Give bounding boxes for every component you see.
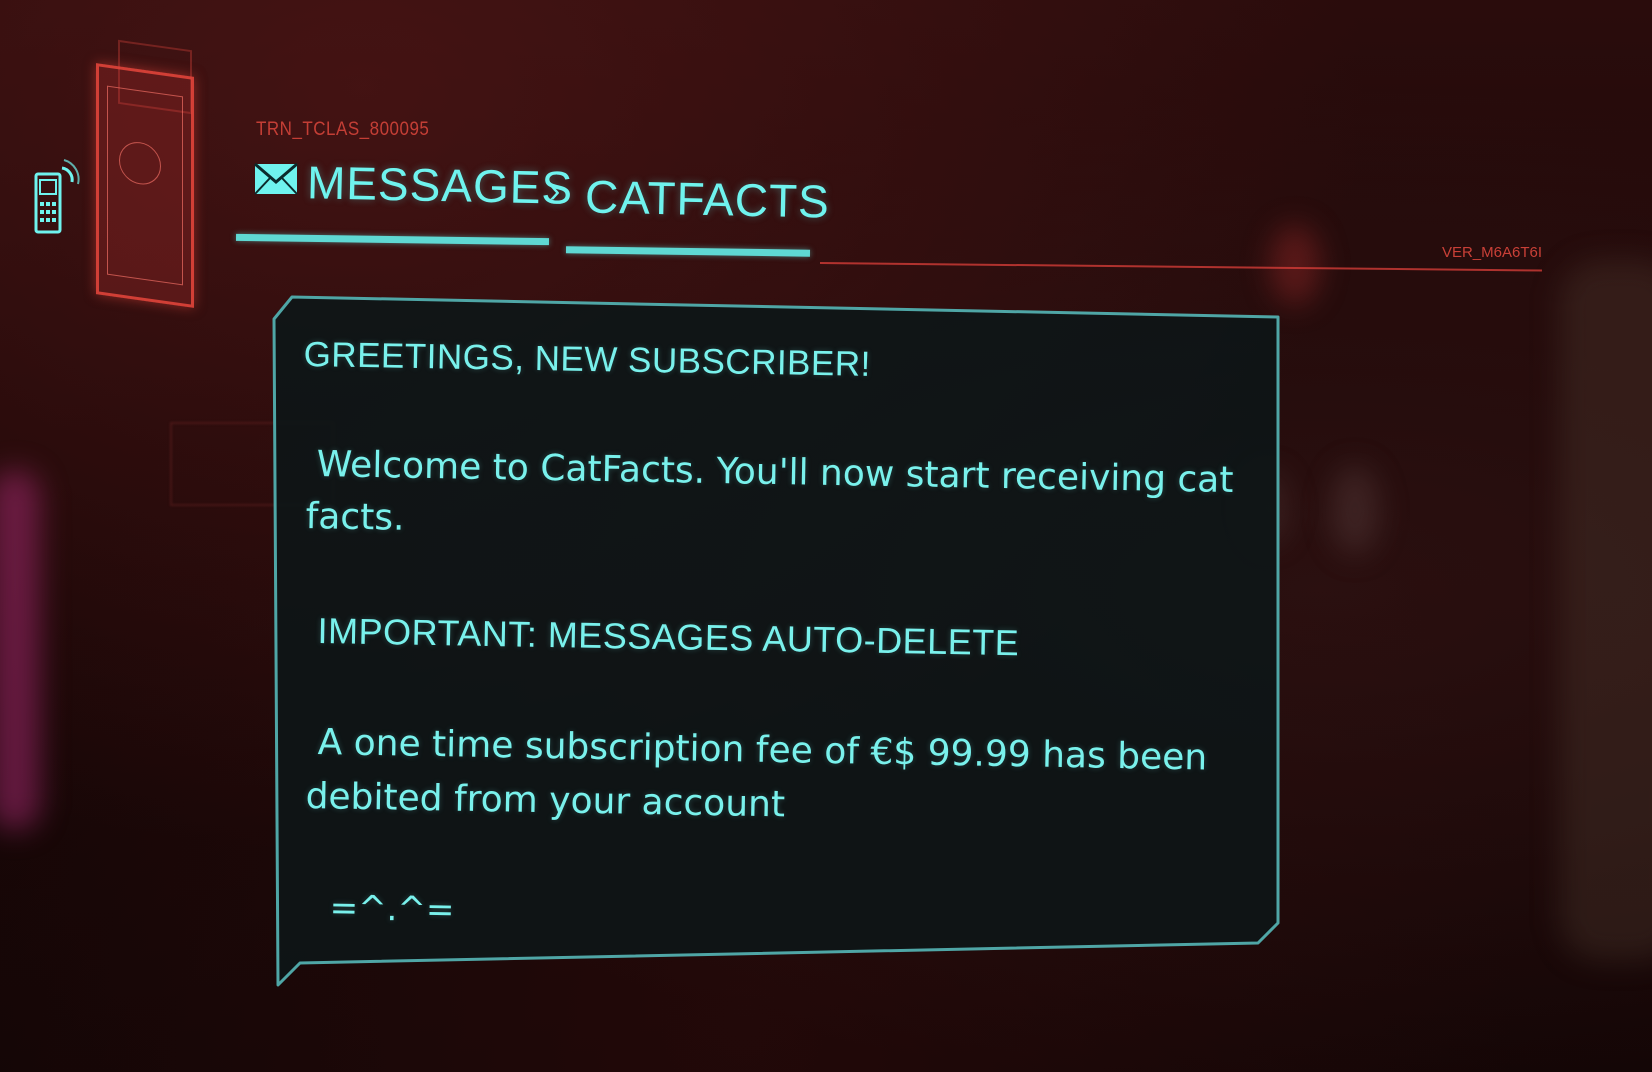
- message-emoticon: =^.^=: [329, 888, 455, 931]
- header-divider: [819, 262, 1542, 272]
- breadcrumb-catfacts[interactable]: CATFACTS: [584, 169, 830, 228]
- mail-icon: [254, 162, 298, 195]
- message-fee-line2: debited from your account: [305, 776, 786, 826]
- tab-underline-messages: [235, 233, 550, 246]
- holo-card-icon: [96, 63, 194, 308]
- version-code: VER_M6A6T6I: [1441, 244, 1542, 261]
- background-bokeh: [1330, 465, 1380, 555]
- tab-underline-catfacts: [565, 246, 811, 257]
- breadcrumb-separator: ›: [549, 172, 561, 210]
- background-bokeh: [1560, 260, 1652, 960]
- game-screen: TRN_TCLAS_800095 MESSAGES › CATFACTS VER…: [0, 0, 1652, 1072]
- phone-icon: [34, 159, 80, 234]
- breadcrumb-messages[interactable]: MESSAGES: [306, 155, 573, 215]
- tracking-code: TRN_TCLAS_800095: [256, 117, 430, 140]
- background-bokeh: [1270, 225, 1320, 305]
- background-bokeh: [0, 470, 40, 830]
- message-welcome-line2: facts.: [305, 496, 405, 539]
